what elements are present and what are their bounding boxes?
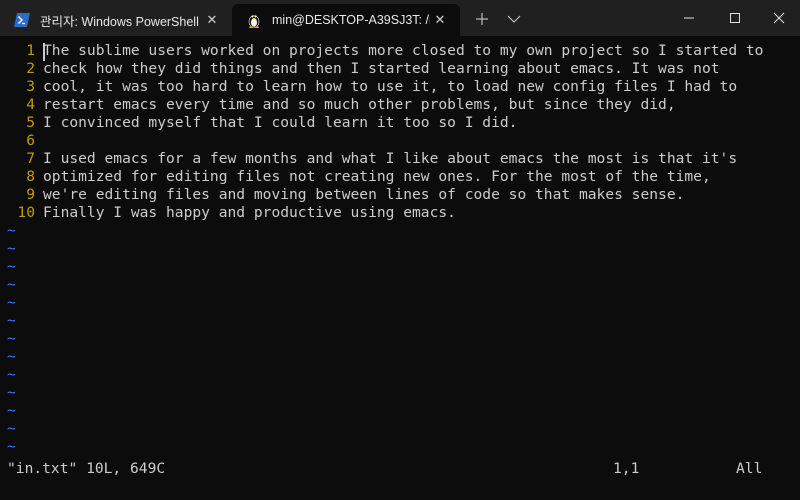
line-number: 10 [17, 204, 35, 221]
line-number: 7 [26, 150, 35, 167]
line-number: 6 [26, 132, 35, 149]
tab-title: 관리자: Windows PowerShell [40, 14, 199, 29]
line-text: we're editing files and moving between l… [43, 186, 685, 203]
empty-line-marker: ~ [7, 330, 16, 347]
close-icon[interactable]: ✕ [202, 10, 222, 30]
line-number: 3 [26, 78, 35, 95]
line-number: 2 [26, 60, 35, 77]
line-number: 1 [26, 42, 35, 59]
tab-dropdown-button[interactable] [500, 6, 528, 32]
line-number: 4 [26, 96, 35, 113]
line-text: cool, it was too hard to learn how to us… [43, 78, 738, 95]
powershell-icon [14, 12, 30, 28]
empty-line-marker: ~ [7, 222, 16, 239]
empty-line-marker: ~ [7, 312, 16, 329]
tab-title: min@DESKTOP-A39SJ3T: /mnt, [272, 13, 430, 27]
line-text: I used emacs for a few months and what I… [43, 150, 738, 167]
linux-penguin-icon [246, 12, 262, 28]
maximize-button[interactable] [712, 0, 758, 36]
line-text: The sublime users worked on projects mor… [43, 42, 764, 59]
empty-line-marker: ~ [7, 276, 16, 293]
empty-line-marker: ~ [7, 384, 16, 401]
tab-powershell[interactable]: 관리자: Windows PowerShell ✕ [0, 4, 232, 36]
line-text: optimized for editing files not creating… [43, 168, 711, 185]
empty-line-marker: ~ [7, 366, 16, 383]
empty-line-marker: ~ [7, 240, 16, 257]
plus-icon [476, 13, 488, 25]
empty-line-marker: ~ [7, 402, 16, 419]
window-close-button[interactable] [756, 0, 800, 36]
line-text: Finally I was happy and productive using… [43, 204, 456, 221]
line-number: 5 [26, 114, 35, 131]
line-text: I convinced myself that I could learn it… [43, 114, 518, 131]
minimize-icon [684, 17, 694, 19]
text-cursor [43, 43, 45, 61]
tab-linux[interactable]: min@DESKTOP-A39SJ3T: /mnt, ✕ [232, 4, 460, 36]
line-text: check how they did things and then I sta… [43, 60, 720, 77]
close-icon [773, 12, 785, 24]
empty-line-marker: ~ [7, 420, 16, 437]
line-number: 9 [26, 186, 35, 203]
title-bar: 관리자: Windows PowerShell ✕ min@DESKTOP-A3… [0, 0, 800, 36]
status-scroll-position: All [736, 460, 763, 477]
new-tab-button[interactable] [468, 6, 496, 32]
empty-line-marker: ~ [7, 294, 16, 311]
vim-editor[interactable]: 1 The sublime users worked on projects mo… [0, 36, 800, 500]
empty-line-marker: ~ [7, 438, 16, 455]
chevron-down-icon [507, 15, 521, 23]
status-file-info: "in.txt" 10L, 649C [7, 460, 166, 477]
maximize-icon [730, 13, 740, 23]
line-text: restart emacs every time and so much oth… [43, 96, 676, 113]
empty-line-marker: ~ [7, 348, 16, 365]
close-icon[interactable]: ✕ [430, 10, 450, 30]
empty-line-marker: ~ [7, 258, 16, 275]
status-cursor-position: 1,1 [613, 460, 640, 477]
minimize-button[interactable] [666, 0, 712, 36]
line-number: 8 [26, 168, 35, 185]
